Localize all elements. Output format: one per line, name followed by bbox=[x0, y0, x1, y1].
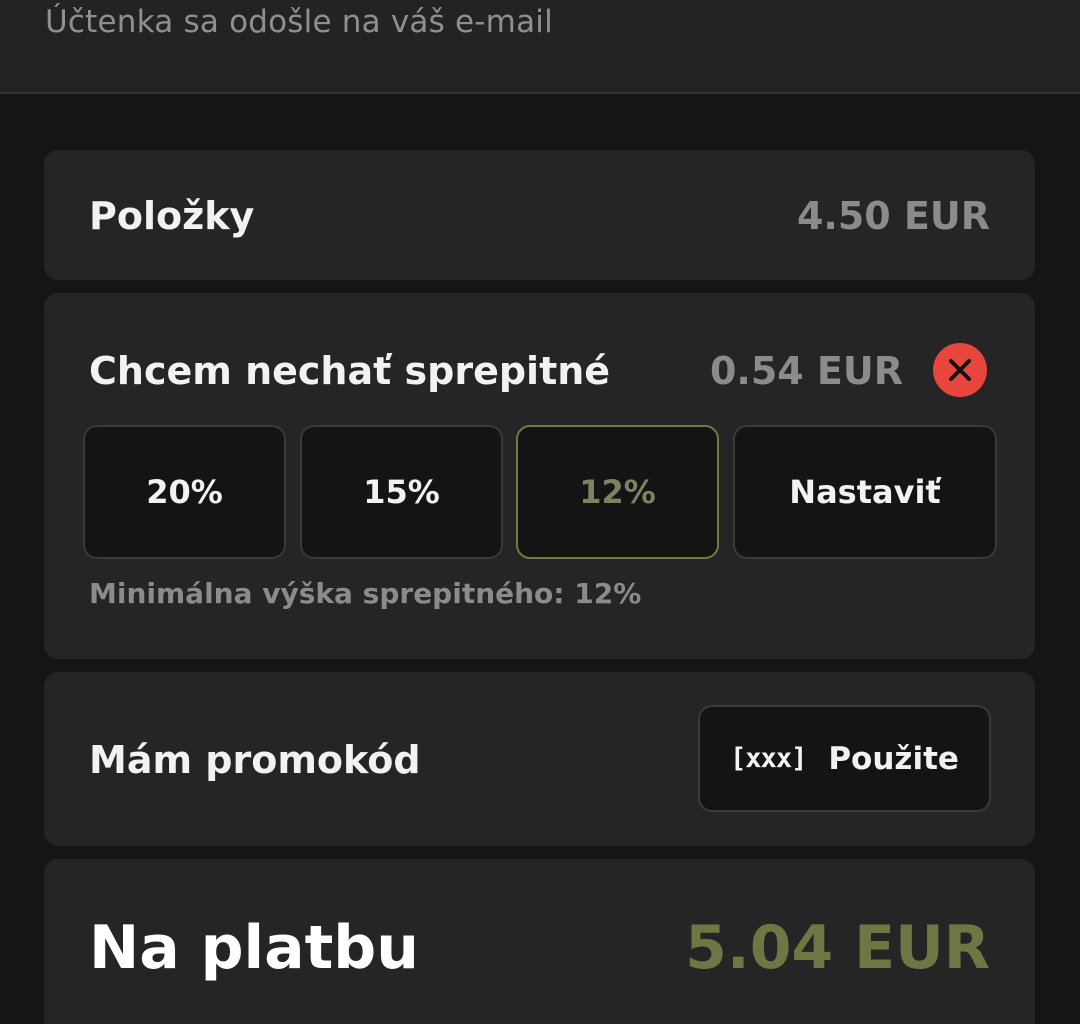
apply-promo-button[interactable]: [xxx] Použite bbox=[698, 705, 991, 812]
tip-amount: 0.54 EUR bbox=[709, 349, 903, 393]
remove-tip-button[interactable] bbox=[933, 343, 987, 397]
checkout-screen: Účtenka sa odošle na váš e-mail Položky … bbox=[0, 0, 1080, 1024]
tip-option-20[interactable]: 20% bbox=[83, 425, 286, 559]
tip-option-15[interactable]: 15% bbox=[300, 425, 503, 559]
tip-option-custom[interactable]: Nastaviť bbox=[733, 425, 997, 559]
promo-card: Mám promokód [xxx] Použite bbox=[44, 672, 1035, 846]
receipt-note: Účtenka sa odošle na váš e-mail bbox=[45, 4, 553, 40]
total-label: Na platbu bbox=[89, 913, 419, 983]
promo-label: Mám promokód bbox=[89, 738, 421, 782]
tip-options: 20% 15% 12% Nastaviť bbox=[83, 425, 997, 559]
items-amount: 4.50 EUR bbox=[796, 194, 990, 238]
receipt-banner: Účtenka sa odošle na váš e-mail bbox=[0, 0, 1080, 94]
tip-label: Chcem nechať sprepitné bbox=[89, 349, 611, 393]
items-label: Položky bbox=[89, 194, 255, 238]
close-icon bbox=[949, 359, 971, 381]
tip-card: Chcem nechať sprepitné 0.54 EUR 20% 15% … bbox=[44, 293, 1035, 659]
items-summary-card: Položky 4.50 EUR bbox=[44, 150, 1035, 280]
total-amount: 5.04 EUR bbox=[685, 913, 990, 983]
tip-option-12-selected[interactable]: 12% bbox=[516, 425, 719, 559]
apply-promo-label: Použite bbox=[828, 740, 959, 777]
promo-code-icon: [xxx] bbox=[730, 743, 807, 774]
total-card: Na platbu 5.04 EUR bbox=[44, 859, 1035, 1024]
tip-minimum-note: Minimálna výška sprepitného: 12% bbox=[89, 577, 642, 610]
